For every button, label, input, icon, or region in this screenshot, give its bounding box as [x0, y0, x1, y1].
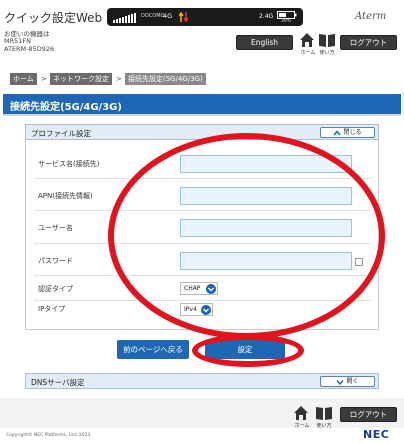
english-button[interactable]: English	[236, 35, 293, 50]
back-button[interactable]: 前のページへ戻る	[117, 340, 189, 359]
apn-label: APN(接続先情報)	[38, 192, 93, 200]
home-icon	[300, 33, 314, 47]
copyright: Copyright© NEC Platforms, Ltd. 2023	[6, 433, 91, 438]
home-icon	[294, 406, 308, 420]
chevron-up-icon	[333, 129, 342, 135]
password-label: パスワード	[38, 257, 73, 265]
breadcrumb-current: 接続先設定(5G/4G/3G)	[125, 73, 206, 85]
company-logo: NEC	[363, 428, 390, 441]
breadcrumb-home[interactable]: ホーム	[10, 73, 37, 85]
dns-section-title: DNSサーバ設定	[31, 378, 85, 387]
device-model: MR51FN	[4, 37, 31, 45]
logout-button[interactable]: ログアウト	[340, 35, 397, 50]
divider	[3, 114, 401, 116]
signal-icon	[113, 13, 136, 23]
carrier-label: DOCOMO	[141, 13, 165, 19]
breadcrumb-network-settings[interactable]: ネットワーク設定	[50, 73, 112, 85]
auth-type-label: 認証タイプ	[38, 285, 73, 293]
annotation-ellipse-set-button	[192, 334, 304, 367]
battery-icon	[277, 11, 297, 19]
band-label: 2.4G	[259, 13, 274, 20]
footer-home-button[interactable]: ホーム	[293, 405, 309, 429]
battery-percent: 39%	[281, 19, 292, 24]
network-type: 4G	[163, 12, 173, 20]
dns-open-label: 開く	[346, 378, 359, 385]
page-title-bar: 接続先設定(5G/4G/3G)	[3, 94, 401, 114]
username-label: ユーザー名	[38, 224, 73, 232]
footer-manual-button[interactable]: 使い方	[315, 405, 333, 429]
dns-section-header: DNSサーバ設定 開く	[25, 373, 379, 389]
profile-section-title: プロファイル設定	[31, 129, 91, 138]
manual-label: 使い方	[319, 50, 335, 56]
brand-logo: Aterm	[355, 11, 387, 22]
footer-manual-label: 使い方	[316, 423, 332, 429]
manual-button[interactable]: 使い方	[318, 32, 336, 56]
ip-type-label: IPタイプ	[38, 305, 66, 313]
profile-close-button[interactable]: 閉じる	[320, 127, 375, 138]
status-bar: DOCOMO 4G 2.4G 39%	[107, 8, 303, 26]
service-name-label: サービス名(接続先)	[38, 160, 100, 168]
annotation-ellipse-form	[108, 133, 385, 339]
page-title: 接続先設定(5G/4G/3G)	[10, 102, 122, 113]
app-title: クイック設定Web	[4, 11, 103, 25]
breadcrumb-separator: >	[41, 75, 47, 83]
chevron-down-icon	[336, 379, 345, 385]
breadcrumb-separator: >	[116, 75, 122, 83]
manual-icon	[316, 407, 332, 420]
header: クイック設定Web お使いの機器は MR51FN ATERM-85D926 DO…	[0, 0, 404, 62]
footer-logout-button[interactable]: ログアウト	[340, 407, 397, 422]
profile-close-label: 閉じる	[343, 129, 362, 136]
dns-open-button[interactable]: 開く	[320, 376, 375, 387]
manual-icon	[319, 34, 335, 47]
home-button[interactable]: ホーム	[299, 32, 315, 56]
device-name: ATERM-85D926	[4, 45, 55, 53]
traffic-icon	[179, 11, 189, 23]
